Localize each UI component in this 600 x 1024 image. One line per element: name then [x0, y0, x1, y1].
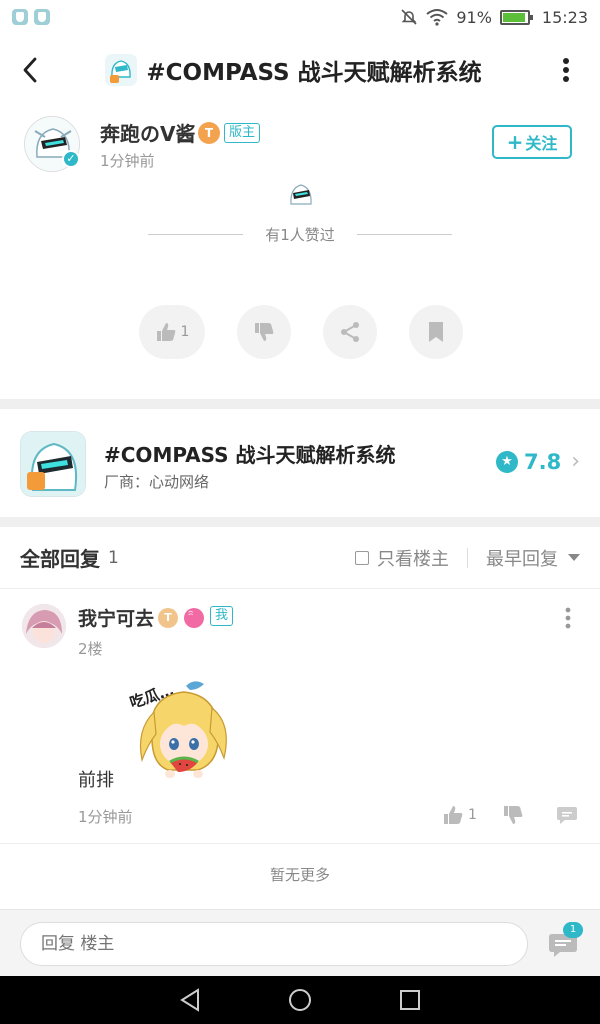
bookmark-button[interactable] [409, 305, 463, 359]
nav-home-button[interactable] [285, 985, 315, 1015]
thumbs-down-icon[interactable] [502, 804, 524, 826]
post-time: 1分钟前 [100, 152, 155, 170]
sort-label: 最早回复 [486, 548, 558, 570]
like-button[interactable]: 1 [139, 305, 205, 359]
follow-label: 关注 [525, 134, 558, 153]
square-recents-icon [400, 990, 420, 1010]
notification-badge: 1 [563, 922, 583, 938]
more-vertical-icon [563, 58, 569, 82]
system-navigation-bar [0, 976, 600, 1024]
only-op-filter[interactable]: 只看楼主 [355, 545, 449, 571]
swirl-badge-icon: ꩰ [184, 608, 204, 628]
reply-username[interactable]: 我宁可去 [78, 604, 154, 631]
back-arrow-icon [23, 57, 37, 83]
status-bar: 91% 15:23 [0, 0, 600, 34]
app-name: #COMPASS 战斗天赋解析系统 [104, 443, 396, 467]
chevron-right-icon: › [571, 449, 580, 474]
eating-watermelon-sticker: 吃瓜… [128, 681, 227, 778]
likes-summary-text[interactable]: 有1人赞过 [265, 224, 335, 245]
forum-icon [105, 54, 138, 86]
app-developer: 厂商：心动网络 [104, 473, 210, 491]
liker-avatar[interactable] [284, 178, 318, 212]
post-actions: 1 [0, 305, 600, 359]
likes-summary: 有1人赞过 [0, 224, 600, 245]
thumbs-up-icon [156, 323, 175, 341]
section-divider [0, 517, 600, 527]
floor-number: 2楼 [78, 640, 103, 658]
reply-item: 我宁可去 T ꩰ 我 2楼 吃瓜… 前排 1分钟前 1 [0, 590, 600, 844]
moderator-badge: 版主 [224, 123, 261, 143]
caret-down-icon [568, 554, 580, 561]
no-more-text: 暂无更多 [269, 866, 330, 884]
avatar[interactable] [22, 604, 66, 648]
more-vertical-icon[interactable] [558, 606, 578, 630]
reply-input[interactable] [20, 922, 528, 966]
like-count: 1 [180, 324, 190, 340]
app-rating: ★ 7.8 › [495, 449, 580, 474]
circle-home-icon [289, 989, 311, 1011]
reply-like-button[interactable]: 1 [442, 804, 477, 826]
share-button[interactable] [323, 305, 377, 359]
section-divider [0, 399, 600, 409]
replies-title: 全部回复 [20, 547, 100, 571]
follow-button[interactable]: + 关注 [492, 125, 572, 159]
reply-like-count: 1 [468, 807, 477, 823]
share-icon [341, 322, 359, 342]
sort-dropdown[interactable]: 最早回复 [486, 545, 580, 571]
more-options-button[interactable] [546, 50, 586, 90]
app-icon-image [21, 432, 85, 496]
me-badge: 我 [210, 606, 234, 626]
level-badge: T [198, 122, 220, 144]
level-badge: T [158, 608, 178, 628]
page-title: #COMPASS 战斗天赋解析系统 [146, 60, 482, 86]
plus-icon: + [506, 130, 524, 154]
triangle-back-icon [180, 988, 199, 1012]
mute-icon [401, 9, 417, 25]
thumbs-down-icon [255, 323, 274, 341]
rating-value: 7.8 [523, 449, 562, 474]
clock: 15:23 [541, 7, 588, 27]
comment-icon[interactable] [556, 804, 578, 826]
notification-app-icon [12, 9, 28, 25]
battery-icon [499, 9, 533, 25]
app-icon [20, 431, 86, 497]
reply-text: 前排 [78, 770, 114, 791]
nav-recents-button[interactable] [395, 985, 425, 1015]
dislike-button[interactable] [237, 305, 291, 359]
verified-badge-icon: ✓ [62, 150, 80, 168]
battery-percent: 91% [456, 7, 492, 27]
replies-header: 全部回复 1 只看楼主 最早回复 [0, 527, 600, 589]
star-icon: ★ [495, 450, 518, 473]
only-op-label: 只看楼主 [377, 548, 449, 570]
app-card[interactable]: #COMPASS 战斗天赋解析系统 厂商：心动网络 ★ 7.8 › [0, 409, 600, 517]
top-app-bar: #COMPASS 战斗天赋解析系统 [0, 42, 600, 98]
bookmark-icon [429, 322, 443, 342]
post-author: ✓ 奔跑のV酱 T 版主 1分钟前 + 关注 [24, 114, 576, 174]
replies-count: 1 [108, 547, 119, 568]
reply-time: 1分钟前 [78, 808, 133, 826]
thumbs-up-icon [444, 806, 463, 824]
reply-bar: 1 [0, 909, 600, 976]
user-avatar-image [22, 604, 66, 648]
back-button[interactable] [10, 50, 50, 90]
wifi-icon [426, 9, 448, 26]
checkbox-icon [355, 550, 369, 565]
notification-app-icon [34, 9, 50, 25]
nav-back-button[interactable] [175, 985, 205, 1015]
author-name[interactable]: 奔跑のV酱 [100, 118, 195, 147]
